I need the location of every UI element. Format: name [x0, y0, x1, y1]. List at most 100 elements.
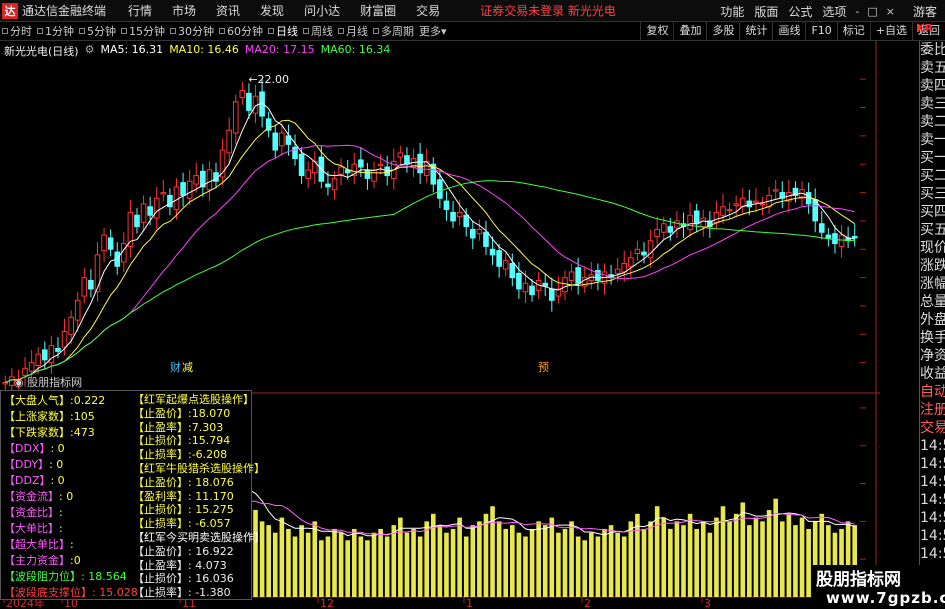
candle-body — [621, 262, 628, 273]
period-30min[interactable]: 30分钟 — [168, 23, 217, 39]
period-more[interactable]: 更多 ▾ — [417, 23, 450, 39]
candle-body — [167, 194, 173, 208]
info-value: :473 — [70, 426, 95, 439]
indicator-title: ◉ 股朋指标网 — [14, 375, 82, 389]
quote-field-27: 14:5 — [920, 528, 945, 544]
candle-body — [193, 175, 200, 185]
strategy-value: 【止损率】:-6.208 — [133, 448, 228, 462]
candle-body — [22, 367, 28, 376]
candle-body — [338, 166, 344, 175]
statistics-button[interactable]: 统计 — [739, 22, 772, 41]
trade-login-alert[interactable]: 证券交易未登录 新光光电 — [480, 2, 616, 19]
volume-bar — [266, 525, 271, 597]
volume-bar — [786, 513, 792, 597]
add-watchlist-button[interactable]: +自选 — [869, 22, 912, 41]
date-tick-label: 2 — [584, 597, 591, 609]
mark-button[interactable]: 标记 — [836, 22, 870, 41]
candle-body — [818, 223, 825, 233]
menu-wealth-circle[interactable]: 财富圈 — [350, 2, 406, 19]
volume-bar — [516, 532, 522, 597]
candle-body — [232, 101, 239, 134]
menu-trade[interactable]: 交易 — [406, 2, 450, 19]
maximize-icon[interactable]: □ — [863, 5, 881, 18]
volume-bar — [740, 502, 746, 597]
period-multi[interactable]: 多周期 — [371, 23, 417, 39]
volume-bar — [457, 517, 462, 597]
volume-bar — [305, 532, 311, 597]
quote-field-22: 14:5 — [920, 438, 945, 454]
volume-bar — [279, 517, 285, 597]
quote-side-panel: 委比 卖五 卖四 卖三 卖二 卖一 买一 买二 买三 买四 买五 现价 涨跌 涨幅 总量 外盘 换手 净资 收益 自动… — [919, 41, 945, 609]
settings-gear-icon[interactable]: ⚙ — [85, 43, 95, 59]
menu-news[interactable]: 资讯 — [206, 2, 250, 19]
candle-body — [279, 132, 285, 147]
candle-body — [654, 228, 660, 238]
candle-body — [41, 349, 48, 361]
candle-body — [417, 153, 423, 174]
ma20-line — [5, 144, 855, 383]
period-15min[interactable]: 15分钟 — [119, 23, 168, 39]
candle-body — [693, 210, 700, 225]
info-left-row: 【DDZ】: 0 — [4, 473, 65, 488]
candle-body — [180, 182, 186, 196]
draw-line-button[interactable]: 画线 — [772, 22, 805, 41]
info-value: :105 — [70, 410, 95, 423]
f10-button[interactable]: F10 — [805, 22, 836, 41]
candle-body — [456, 211, 463, 218]
ma10-label: MA10: 16.46 — [169, 43, 239, 56]
period-1min[interactable]: 1分钟 — [35, 23, 77, 39]
candle-body — [61, 330, 68, 348]
watermark-url: www.7gpzb.com — [826, 589, 945, 607]
candle-body — [186, 180, 193, 199]
menu-ask-xiaoda[interactable]: 问小达 — [294, 2, 350, 19]
volume-bar — [299, 525, 304, 597]
candle-body — [851, 236, 858, 239]
close-icon[interactable]: × — [882, 5, 899, 18]
menu-formula[interactable]: 公式 — [783, 3, 817, 20]
minimize-icon[interactable]: - — [851, 5, 863, 18]
candle-body — [450, 211, 456, 222]
candle-body — [147, 206, 153, 216]
period-daily[interactable]: 日线 — [266, 23, 301, 39]
adjust-button[interactable]: 复权 — [640, 22, 673, 41]
candle-body — [437, 179, 443, 199]
candle-body — [838, 234, 845, 247]
quote-field-0: 委比 — [920, 42, 945, 58]
volume-bar — [608, 525, 614, 597]
info-value: : 0 — [50, 442, 65, 455]
menu-function[interactable]: 功能 — [715, 3, 749, 20]
candle-body — [107, 237, 114, 250]
candle-body — [832, 233, 838, 245]
guest-login[interactable]: 游客 — [913, 3, 937, 20]
period-monthly[interactable]: 月线 — [336, 23, 371, 39]
info-value: : — [59, 522, 63, 535]
volume-bar — [358, 536, 364, 597]
candle-body — [140, 203, 147, 223]
overlay-button[interactable]: 叠加 — [673, 22, 706, 41]
multi-stock-button[interactable]: 多股 — [706, 22, 739, 41]
info-left-row: 【超大单比】: — [4, 537, 74, 552]
period-intraday[interactable]: 分时 — [0, 23, 35, 39]
volume-tick-label: 40000 — [879, 440, 880, 453]
volume-bar — [806, 528, 811, 597]
watermark-title: 股朋指标网 — [816, 570, 901, 590]
menu-market[interactable]: 市场 — [162, 2, 206, 19]
candle-body — [358, 159, 364, 168]
menu-quotes[interactable]: 行情 — [118, 2, 162, 19]
strategy-value: 【止损价】: 16.036 — [133, 572, 234, 586]
volume-bar — [661, 517, 667, 597]
volume-bar — [556, 532, 561, 597]
event-marker: 预 — [538, 361, 549, 374]
quote-field-24: 14:5 — [920, 474, 945, 490]
menu-discover[interactable]: 发现 — [250, 2, 294, 19]
checkbox-icon — [303, 28, 309, 34]
period-5min[interactable]: 5分钟 — [77, 23, 119, 39]
volume-bar — [470, 525, 476, 597]
menu-options[interactable]: 选项 — [817, 3, 851, 20]
period-60min[interactable]: 60分钟 — [217, 23, 266, 39]
period-weekly[interactable]: 周线 — [301, 23, 336, 39]
menu-layout[interactable]: 版面 — [749, 3, 783, 20]
volume-bar — [542, 525, 548, 597]
candle-body — [101, 234, 107, 252]
volume-bar — [371, 532, 377, 597]
